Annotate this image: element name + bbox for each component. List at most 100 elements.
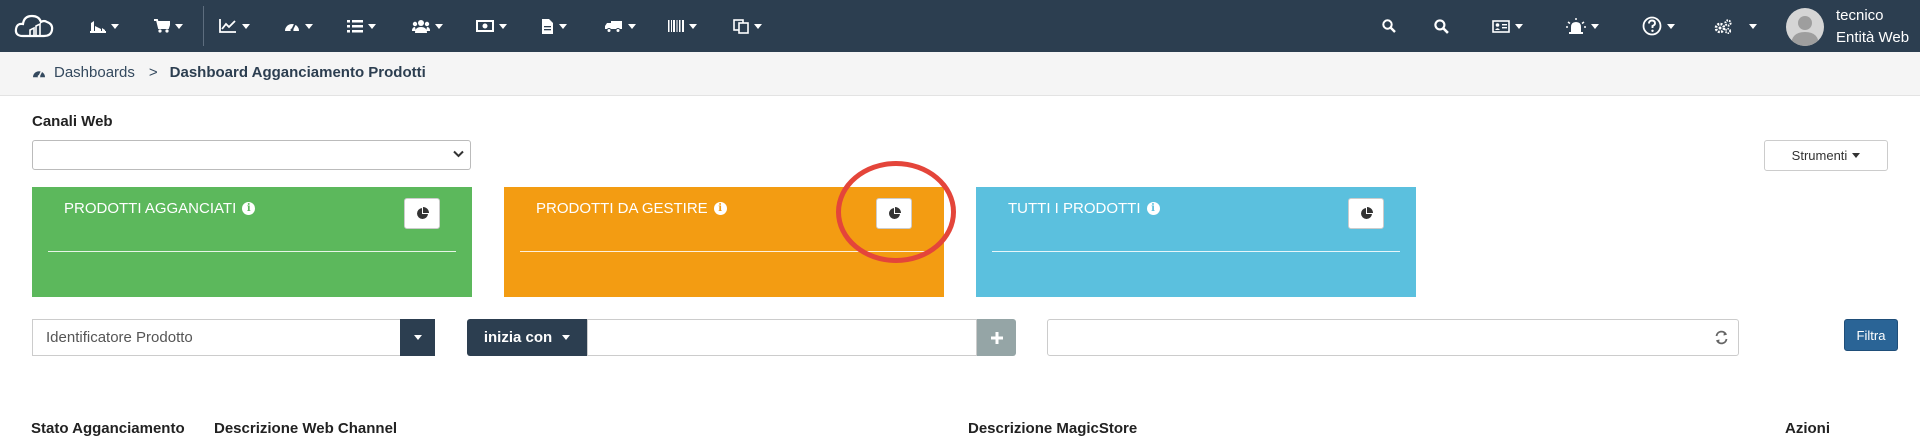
warehouse-icon (90, 21, 106, 33)
chevron-down-icon (1852, 153, 1861, 158)
user-silhouette-icon (1791, 16, 1819, 46)
id-card-icon (1492, 19, 1510, 33)
breadcrumb-separator: > (148, 64, 158, 81)
search-input[interactable] (1047, 319, 1739, 356)
identifier-select-value: Identificatore Prodotto (46, 329, 193, 346)
user-name: tecnico (1836, 7, 1884, 24)
line-chart-icon (219, 19, 236, 33)
info-icon[interactable]: i (1146, 202, 1160, 215)
identifier-select[interactable]: Identificatore Prodotto (32, 319, 400, 356)
chevron-down-icon (368, 23, 376, 29)
channel-select[interactable] (32, 140, 471, 170)
nav-dashboards[interactable] (284, 0, 313, 52)
chevron-down-icon (689, 23, 697, 29)
money-icon (476, 20, 494, 32)
card-title: TUTTI I PRODOTTI i (1008, 200, 1160, 217)
breadcrumb-bar: Dashboards > Dashboard Agganciamento Pro… (0, 52, 1920, 96)
filter-button[interactable]: Filtra (1844, 319, 1898, 351)
column-header-web-channel[interactable]: Descrizione Web Channel (214, 420, 397, 437)
card-tutti-i-prodotti: TUTTI I PRODOTTI i (976, 187, 1416, 297)
top-navbar: tecnico Entità Web (0, 0, 1920, 52)
user-menu[interactable]: tecnico Entità Web (1836, 5, 1909, 49)
users-icon (412, 20, 430, 33)
cloud-logo-icon[interactable] (13, 11, 55, 41)
breadcrumb-current: Dashboard Agganciamento Prodotti (169, 64, 426, 81)
nav-search-1[interactable] (1382, 0, 1396, 52)
nav-warehouse[interactable] (90, 0, 119, 52)
match-mode-dropdown[interactable]: inizia con (467, 319, 587, 356)
column-header-stato[interactable]: Stato Agganciamento (31, 420, 185, 437)
nav-search-2[interactable] (1434, 0, 1449, 52)
channel-label: Canali Web (32, 113, 113, 130)
tools-dropdown-button[interactable]: Strumenti (1764, 140, 1888, 171)
chevron-down-icon (305, 23, 313, 29)
nav-settings[interactable] (1714, 0, 1757, 52)
info-icon[interactable]: i (242, 202, 256, 215)
chevron-down-icon (559, 23, 567, 29)
nav-copy[interactable] (733, 0, 762, 52)
chevron-down-icon (413, 335, 422, 340)
pie-chart-icon (1360, 207, 1373, 219)
chevron-down-icon (1591, 23, 1599, 29)
pie-chart-button[interactable] (1348, 198, 1384, 229)
pie-chart-button[interactable] (404, 198, 440, 229)
alarm-icon (1566, 18, 1586, 34)
chevron-down-icon (628, 23, 636, 29)
dashboard-icon (285, 23, 299, 32)
breadcrumb: Dashboards > Dashboard Agganciamento Pro… (32, 64, 426, 81)
list-icon (347, 20, 363, 33)
nav-alerts[interactable] (1566, 0, 1599, 52)
search-icon (1434, 18, 1449, 34)
dashboard-icon (33, 70, 45, 78)
chevron-down-icon (1749, 23, 1757, 29)
help-icon (1642, 16, 1662, 36)
column-header-magicstore[interactable]: Descrizione MagicStore (968, 420, 1137, 437)
nav-users[interactable] (412, 0, 443, 52)
card-title-text: PRODOTTI AGGANCIATI (64, 200, 237, 217)
nav-money[interactable] (476, 0, 507, 52)
card-title: PRODOTTI AGGANCIATI i (64, 200, 256, 217)
nav-lists[interactable] (347, 0, 376, 52)
plus-icon (990, 331, 1003, 344)
chevron-down-icon (435, 23, 443, 29)
cart-icon (154, 19, 170, 33)
match-value-input[interactable] (587, 319, 977, 356)
card-title-text: PRODOTTI DA GESTIRE (536, 200, 708, 217)
add-filter-button[interactable] (977, 319, 1016, 356)
document-icon (542, 18, 553, 34)
nav-cart[interactable] (154, 0, 183, 52)
chevron-down-icon (754, 23, 762, 29)
chevron-down-icon (453, 150, 464, 158)
card-title-text: TUTTI I PRODOTTI (1008, 200, 1141, 217)
nav-id-card[interactable] (1492, 0, 1523, 52)
barcode-icon (668, 20, 684, 32)
card-title: PRODOTTI DA GESTIRE i (536, 200, 727, 217)
gears-icon (1714, 18, 1732, 34)
search-icon (1382, 19, 1396, 33)
chevron-down-icon (242, 23, 250, 29)
nav-documents[interactable] (541, 0, 567, 52)
nav-shipping[interactable] (605, 0, 636, 52)
tools-button-label: Strumenti (1791, 148, 1848, 163)
highlight-circle-annotation (836, 161, 956, 263)
nav-statistics[interactable] (219, 0, 250, 52)
nav-divider (203, 6, 204, 46)
identifier-select-toggle[interactable] (400, 319, 435, 356)
breadcrumb-link-dashboards[interactable]: Dashboards (54, 64, 135, 81)
chevron-down-icon (1515, 23, 1523, 29)
chevron-down-icon (499, 23, 507, 29)
info-icon[interactable]: i (713, 202, 727, 215)
card-divider (48, 251, 456, 252)
user-entity: Entità Web (1836, 29, 1910, 46)
card-prodotti-agganciati: PRODOTTI AGGANCIATI i (32, 187, 472, 297)
avatar[interactable] (1786, 8, 1824, 46)
pie-chart-icon (416, 207, 429, 219)
copy-icon (733, 18, 749, 34)
chevron-down-icon (111, 23, 119, 29)
chevron-down-icon (175, 23, 183, 29)
chevron-down-icon (562, 335, 571, 340)
truck-icon (605, 21, 622, 33)
nav-help[interactable] (1642, 0, 1675, 52)
nav-barcodes[interactable] (668, 0, 697, 52)
refresh-icon[interactable] (1714, 330, 1729, 345)
